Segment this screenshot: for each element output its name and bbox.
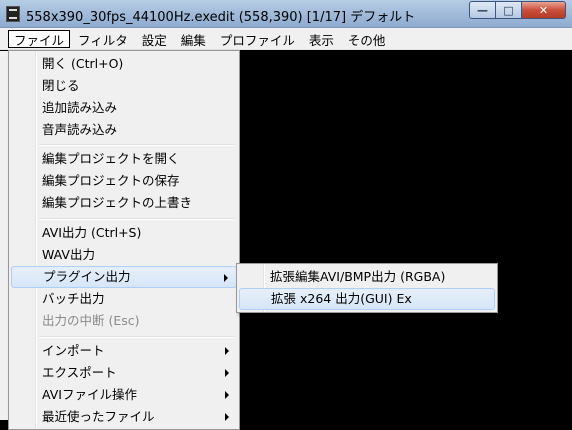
menu-item-recent-files-label: 最近使ったファイル xyxy=(42,409,155,424)
menu-item-plugin-output-label: プラグイン出力 xyxy=(43,269,131,284)
close-button[interactable]: ✕ xyxy=(522,1,566,19)
submenu-item-x264-gui-ex[interactable]: 拡張 x264 出力(GUI) Ex xyxy=(239,288,495,310)
menu-item-avi-file-ops[interactable]: AVIファイル操作 xyxy=(11,384,237,406)
submenu-arrow-icon xyxy=(224,274,228,282)
app-icon[interactable] xyxy=(6,6,20,22)
menu-item-audio-load[interactable]: 音声読み込み xyxy=(11,119,237,141)
maximize-button[interactable]: □ xyxy=(496,1,522,19)
submenu-arrow-icon xyxy=(225,391,229,399)
menu-item-append-load[interactable]: 追加読み込み xyxy=(11,97,237,119)
menu-item-export-label: エクスポート xyxy=(42,365,117,380)
menu-item-avi-file-ops-label: AVIファイル操作 xyxy=(42,387,137,402)
menu-item-save-project[interactable]: 編集プロジェクトの保存 xyxy=(11,170,237,192)
menu-item-abort-output: 出力の中断 (Esc) xyxy=(42,313,140,328)
menu-settings[interactable]: 設定 xyxy=(136,30,173,48)
title-bar: 558x390_30fps_44100Hz.exedit (558,390) [… xyxy=(0,0,572,28)
menu-item-close[interactable]: 閉じる xyxy=(11,75,237,97)
submenu-item-exedit-avi-bmp[interactable]: 拡張編集AVI/BMP出力 (RGBA) xyxy=(239,266,495,288)
menu-profile[interactable]: プロファイル xyxy=(214,30,301,48)
menu-separator xyxy=(39,218,235,220)
menu-item-avi-output[interactable]: AVI出力 (Ctrl+S) xyxy=(11,222,237,244)
preview-canvas[interactable] xyxy=(240,51,572,420)
window-controls: — □ ✕ xyxy=(469,1,566,19)
menu-separator xyxy=(39,144,235,146)
minimize-button[interactable]: — xyxy=(469,1,496,19)
menu-other[interactable]: その他 xyxy=(342,30,392,48)
menu-file[interactable]: ファイル xyxy=(8,29,71,48)
window-title: 558x390_30fps_44100Hz.exedit (558,390) [… xyxy=(26,10,416,25)
menu-item-plugin-output[interactable]: プラグイン出力 xyxy=(11,266,237,288)
menu-item-export[interactable]: エクスポート xyxy=(11,362,237,384)
file-menu-dropdown: 開く (Ctrl+O) 閉じる 追加読み込み 音声読み込み 編集プロジェクトを開… xyxy=(8,50,240,430)
window-left-edge xyxy=(0,51,8,420)
plugin-output-submenu: 拡張編集AVI/BMP出力 (RGBA) 拡張 x264 出力(GUI) Ex xyxy=(236,263,498,313)
menu-item-open[interactable]: 開く (Ctrl+O) xyxy=(11,53,237,75)
menu-item-recent-files[interactable]: 最近使ったファイル xyxy=(11,406,237,428)
menu-edit[interactable]: 編集 xyxy=(175,30,212,48)
menu-bar: ファイル フィルタ 設定 編集 プロファイル 表示 その他 xyxy=(0,28,572,50)
menu-item-import[interactable]: インポート xyxy=(11,340,237,362)
menu-item-overwrite-project[interactable]: 編集プロジェクトの上書き xyxy=(11,192,237,214)
menu-filter[interactable]: フィルタ xyxy=(72,30,134,48)
menu-item-wav-output[interactable]: WAV出力 xyxy=(11,244,237,266)
menu-view[interactable]: 表示 xyxy=(303,30,340,48)
menu-item-open-project[interactable]: 編集プロジェクトを開く xyxy=(11,148,237,170)
menu-item-import-label: インポート xyxy=(42,343,105,358)
menu-separator xyxy=(39,336,235,338)
submenu-arrow-icon xyxy=(225,347,229,355)
submenu-arrow-icon xyxy=(225,369,229,377)
menu-item-batch-output[interactable]: バッチ出力 xyxy=(11,288,237,310)
